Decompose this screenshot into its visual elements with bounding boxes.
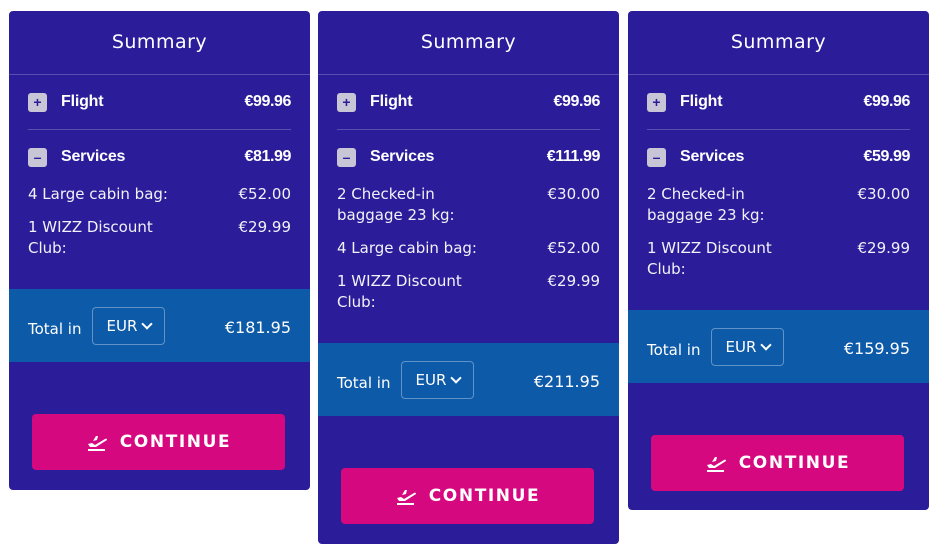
continue-button[interactable]: CONTINUE [651,435,904,491]
continue-button[interactable]: CONTINUE [341,468,594,524]
service-item: 4 Large cabin bag: €52.00 [28,184,291,205]
service-name: 2 Checked-in baggage 23 kg: [647,185,765,224]
plus-icon[interactable]: + [647,92,666,112]
flight-label: Flight [370,93,413,110]
continue-button[interactable]: CONTINUE [32,414,285,470]
service-item: 2 Checked-in baggage 23 kg: €30.00 [337,184,600,226]
summary-card-1: Summary + Flight €99.96 – Services €81.9… [9,11,310,490]
summary-title: Summary [9,11,310,75]
flight-row[interactable]: + Flight €99.96 [647,75,910,130]
plus-icon[interactable]: + [337,92,356,112]
minus-icon[interactable]: – [647,147,666,167]
service-item: 1 WIZZ Discount Club: €29.99 [337,271,600,313]
continue-label: CONTINUE [428,486,541,506]
continue-label: CONTINUE [738,453,851,473]
flight-price: €99.96 [244,93,291,110]
flight-row[interactable]: + Flight €99.96 [337,75,600,130]
total-amount: €159.95 [843,339,910,358]
service-price: €29.99 [238,218,292,236]
services-label: Services [680,148,745,165]
chevron-down-icon [450,371,463,384]
service-name: 4 Large cabin bag: [28,185,168,203]
service-item: 1 WIZZ Discount Club: €29.99 [647,238,910,280]
summary-card-2: Summary + Flight €99.96 – Services €111.… [318,11,619,544]
services-label: Services [370,148,435,165]
services-price: €81.99 [244,148,291,165]
service-price: €29.99 [857,239,911,257]
currency-value: EUR [415,370,447,389]
minus-icon[interactable]: – [28,147,47,167]
chevron-down-icon [760,338,773,351]
services-row[interactable]: – Services €111.99 [337,130,600,184]
total-amount: €211.95 [533,372,600,391]
service-item: 1 WIZZ Discount Club: €29.99 [28,217,291,259]
flight-row[interactable]: + Flight €99.96 [28,75,291,130]
services-list: 2 Checked-in baggage 23 kg: €30.00 1 WIZ… [647,184,910,298]
service-price: €52.00 [238,185,292,203]
service-item: 2 Checked-in baggage 23 kg: €30.00 [647,184,910,226]
minus-icon[interactable]: – [337,147,356,167]
currency-value: EUR [725,337,757,356]
airplane-takeoff-icon [396,490,416,505]
airplane-takeoff-icon [87,436,107,451]
summary-title: Summary [318,11,619,75]
services-list: 4 Large cabin bag: €52.00 1 WIZZ Discoun… [28,184,291,277]
summary-card-3: Summary + Flight €99.96 – Services €59.9… [628,11,929,510]
total-label: Total in [337,373,391,392]
services-price: €59.99 [863,148,910,165]
currency-select[interactable]: EUR [711,327,785,366]
continue-label: CONTINUE [119,432,232,452]
service-name: 1 WIZZ Discount Club: [647,239,772,278]
total-label: Total in [28,319,82,338]
services-label: Services [61,148,126,165]
service-price: €30.00 [857,185,911,203]
service-name: 4 Large cabin bag: [337,239,477,257]
chevron-down-icon [141,317,154,330]
flight-label: Flight [61,93,104,110]
service-name: 2 Checked-in baggage 23 kg: [337,185,455,224]
service-name: 1 WIZZ Discount Club: [337,272,462,311]
services-row[interactable]: – Services €59.99 [647,130,910,184]
airplane-takeoff-icon [706,457,726,472]
services-row[interactable]: – Services €81.99 [28,130,291,184]
total-bar: Total in EUR €181.95 [9,289,310,362]
plus-icon[interactable]: + [28,92,47,112]
currency-select[interactable]: EUR [401,360,475,399]
flight-price: €99.96 [553,93,600,110]
service-price: €52.00 [547,239,601,257]
services-list: 2 Checked-in baggage 23 kg: €30.00 4 Lar… [337,184,600,331]
currency-select[interactable]: EUR [92,306,166,345]
flight-price: €99.96 [863,93,910,110]
services-price: €111.99 [546,148,601,165]
service-item: 4 Large cabin bag: €52.00 [337,238,600,259]
currency-value: EUR [106,316,138,335]
service-price: €30.00 [547,185,601,203]
service-price: €29.99 [547,272,601,290]
total-amount: €181.95 [224,318,291,337]
total-bar: Total in EUR €211.95 [318,343,619,416]
total-bar: Total in EUR €159.95 [628,310,929,383]
flight-label: Flight [680,93,723,110]
service-name: 1 WIZZ Discount Club: [28,218,153,257]
total-label: Total in [647,340,701,359]
summary-title: Summary [628,11,929,75]
